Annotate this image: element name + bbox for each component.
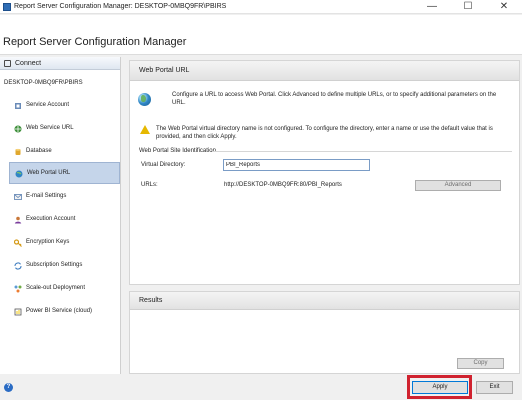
results-title: Results bbox=[139, 297, 163, 304]
sidebar-item-web-portal-url[interactable]: Web Portal URL bbox=[9, 162, 120, 184]
copy-button[interactable]: Copy bbox=[457, 358, 504, 369]
sidebar-item-label: Database bbox=[26, 148, 52, 154]
group-title: Web Portal Site Identification bbox=[139, 148, 216, 154]
globe-icon bbox=[138, 93, 151, 106]
title-bar: Report Server Configuration Manager: DES… bbox=[0, 0, 522, 14]
virtual-directory-input[interactable] bbox=[223, 159, 370, 171]
scale-out-icon bbox=[14, 285, 22, 293]
subscription-icon bbox=[14, 262, 22, 270]
urls-value[interactable]: http://DESKTOP-0MBQ9FR:80/PBI_Reports bbox=[224, 182, 342, 188]
help-icon[interactable]: ? bbox=[4, 383, 13, 392]
sidebar-item-label: Web Service URL bbox=[26, 125, 74, 131]
window-title: Report Server Configuration Manager: DES… bbox=[14, 3, 227, 10]
exit-button[interactable]: Exit bbox=[476, 381, 513, 394]
service-account-icon bbox=[15, 103, 21, 109]
sidebar-item-label: Execution Account bbox=[26, 216, 76, 222]
results-header: Results bbox=[130, 292, 519, 310]
maximize-button[interactable]: ☐ bbox=[450, 0, 486, 14]
sidebar-item-email-settings[interactable]: E-mail Settings bbox=[9, 188, 120, 206]
urls-label: URLs: bbox=[141, 182, 158, 188]
sidebar-item-execution-account[interactable]: Execution Account bbox=[9, 211, 120, 229]
close-button[interactable]: ✕ bbox=[486, 0, 522, 14]
sidebar-item-label: Power BI Service (cloud) bbox=[26, 308, 93, 314]
virtual-directory-label: Virtual Directory: bbox=[141, 162, 186, 168]
sidebar-item-encryption-keys[interactable]: Encryption Keys bbox=[9, 234, 120, 252]
server-name: DESKTOP-0MBQ9FR\PBIRS bbox=[4, 80, 83, 86]
web-portal-url-panel: Web Portal URL Configure a URL to access… bbox=[129, 60, 520, 285]
panel-header: Web Portal URL bbox=[130, 61, 519, 81]
connect-icon bbox=[4, 60, 11, 67]
warning-text: The Web Portal virtual directory name is… bbox=[156, 126, 493, 140]
sidebar-item-label: Subscription Settings bbox=[26, 262, 83, 268]
connect-label: Connect bbox=[15, 60, 42, 67]
sidebar-item-label: E-mail Settings bbox=[26, 193, 67, 199]
sidebar-item-label: Scale-out Deployment bbox=[26, 285, 86, 291]
advanced-button[interactable]: Advanced bbox=[415, 180, 501, 191]
sidebar-item-label: Encryption Keys bbox=[26, 239, 70, 245]
execution-account-icon bbox=[14, 216, 22, 224]
app-header: Report Server Configuration Manager bbox=[0, 15, 522, 55]
email-icon bbox=[14, 194, 22, 200]
sidebar-item-scale-out-deployment[interactable]: Scale-out Deployment bbox=[9, 280, 120, 298]
web-service-icon bbox=[14, 125, 22, 133]
key-icon bbox=[14, 239, 22, 247]
sidebar-item-web-service-url[interactable]: Web Service URL bbox=[9, 120, 120, 138]
power-bi-icon bbox=[14, 308, 22, 316]
sidebar-item-subscription-settings[interactable]: Subscription Settings bbox=[9, 257, 120, 275]
sidebar-item-power-bi-service[interactable]: Power BI Service (cloud) bbox=[9, 303, 120, 321]
connect-button[interactable]: Connect bbox=[0, 57, 120, 70]
sidebar-item-label: Web Portal URL bbox=[27, 170, 71, 176]
app-title: Report Server Configuration Manager bbox=[3, 36, 187, 48]
sidebar: Connect DESKTOP-0MBQ9FR\PBIRS Service Ac… bbox=[0, 57, 121, 374]
intro-text: Configure a URL to access Web Portal. Cl… bbox=[172, 92, 497, 106]
sidebar-item-database[interactable]: Database bbox=[9, 143, 120, 161]
warning-icon bbox=[140, 125, 150, 134]
group-divider bbox=[212, 151, 512, 152]
web-portal-icon bbox=[15, 170, 23, 178]
app-icon bbox=[3, 3, 11, 11]
results-panel: Results Copy bbox=[129, 291, 520, 374]
sidebar-item-service-account[interactable]: Service Account bbox=[9, 97, 120, 115]
database-icon bbox=[15, 148, 21, 155]
panel-title: Web Portal URL bbox=[139, 67, 190, 74]
apply-button[interactable]: Apply bbox=[412, 381, 468, 394]
sidebar-item-label: Service Account bbox=[26, 102, 70, 108]
minimize-button[interactable]: — bbox=[414, 0, 450, 14]
